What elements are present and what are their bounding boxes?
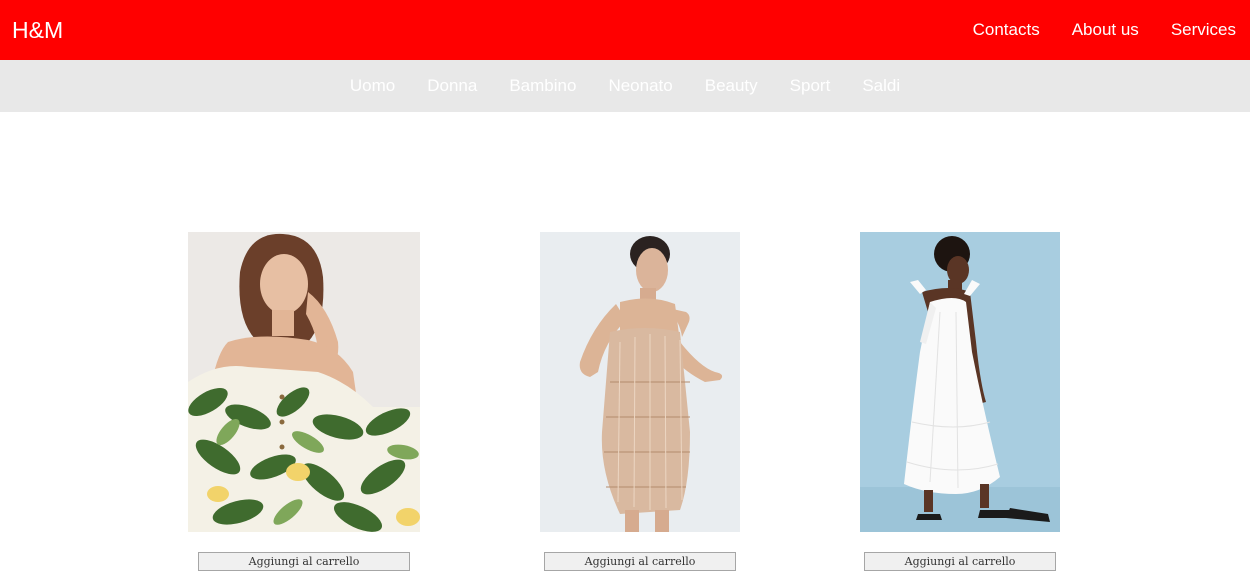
category-saldi[interactable]: Saldi — [862, 76, 900, 96]
top-nav: Contacts About us Services — [973, 0, 1250, 60]
product-image-3[interactable] — [860, 232, 1060, 532]
category-bar: Uomo Donna Bambino Neonato Beauty Sport … — [0, 60, 1250, 112]
nav-link-contacts[interactable]: Contacts — [973, 20, 1040, 40]
nav-link-about-us[interactable]: About us — [1072, 20, 1139, 40]
add-to-cart-button-2[interactable]: Aggiungi al carrello — [544, 552, 736, 571]
category-uomo[interactable]: Uomo — [350, 76, 395, 96]
product-photo-1 — [188, 232, 420, 532]
category-bambino[interactable]: Bambino — [509, 76, 576, 96]
product-image-2[interactable] — [540, 232, 740, 532]
add-to-cart-button-1[interactable]: Aggiungi al carrello — [198, 552, 410, 571]
nav-link-services[interactable]: Services — [1171, 20, 1236, 40]
product-photo-3 — [860, 232, 1060, 532]
category-sport[interactable]: Sport — [790, 76, 831, 96]
top-header: H&M Contacts About us Services — [0, 0, 1250, 60]
category-donna[interactable]: Donna — [427, 76, 477, 96]
logo[interactable]: H&M — [12, 16, 63, 44]
category-nav: Uomo Donna Bambino Neonato Beauty Sport … — [0, 60, 1250, 112]
product-image-1[interactable] — [188, 232, 420, 532]
category-neonato[interactable]: Neonato — [608, 76, 672, 96]
category-beauty[interactable]: Beauty — [705, 76, 758, 96]
add-to-cart-button-3[interactable]: Aggiungi al carrello — [864, 552, 1056, 571]
product-photo-2 — [540, 232, 740, 532]
